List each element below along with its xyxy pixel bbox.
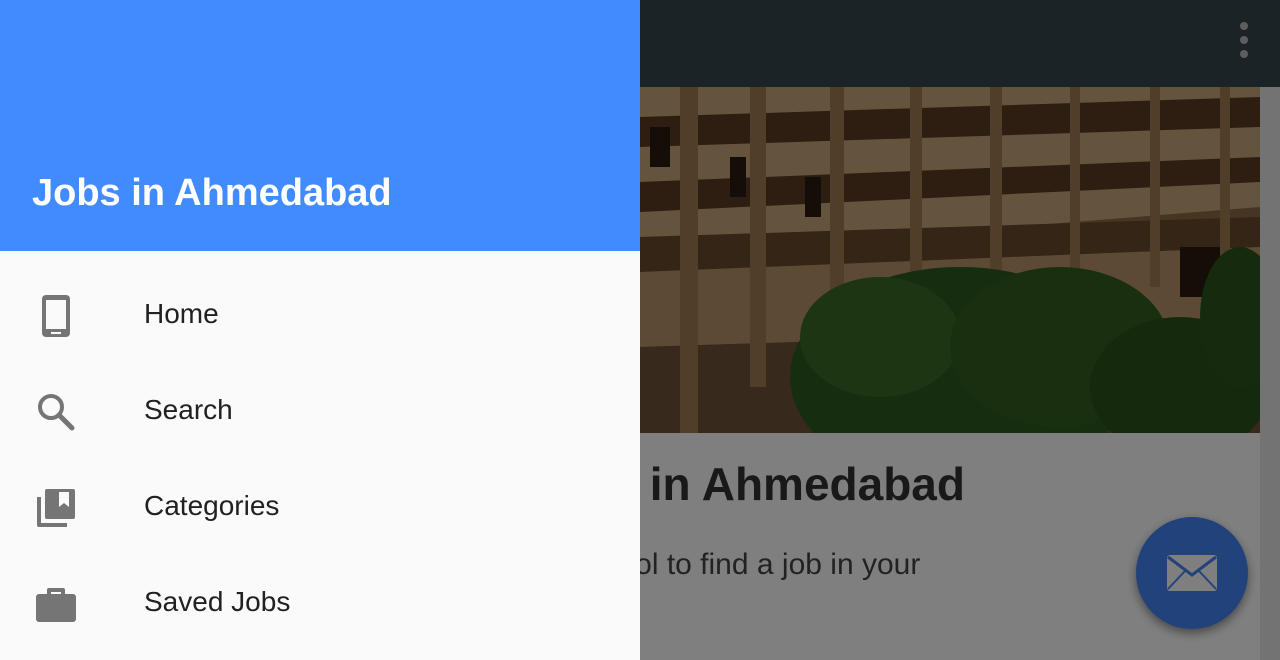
app-screen: Jobs in Ahmedabad Use our job search too… (0, 0, 1280, 660)
nav-item-categories[interactable]: Categories (0, 460, 640, 556)
nav-item-label: Saved Jobs (144, 586, 291, 617)
nav-item-label: Categories (144, 490, 280, 521)
drawer-nav-list: Home Search Categories Saved Jobs (0, 268, 640, 652)
collections-bookmark-icon (32, 484, 80, 532)
smartphone-icon (32, 292, 80, 340)
nav-item-home[interactable]: Home (0, 268, 640, 364)
nav-item-saved-jobs[interactable]: Saved Jobs (0, 556, 640, 652)
nav-item-search[interactable]: Search (0, 364, 640, 460)
search-icon (32, 388, 80, 436)
navigation-drawer: Jobs in Ahmedabad Home Search Categories… (0, 0, 640, 660)
briefcase-icon (32, 580, 80, 628)
nav-item-label: Search (144, 394, 233, 425)
nav-item-label: Home (144, 298, 219, 329)
drawer-title: Jobs in Ahmedabad (32, 172, 392, 214)
drawer-header: Jobs in Ahmedabad (0, 0, 640, 251)
